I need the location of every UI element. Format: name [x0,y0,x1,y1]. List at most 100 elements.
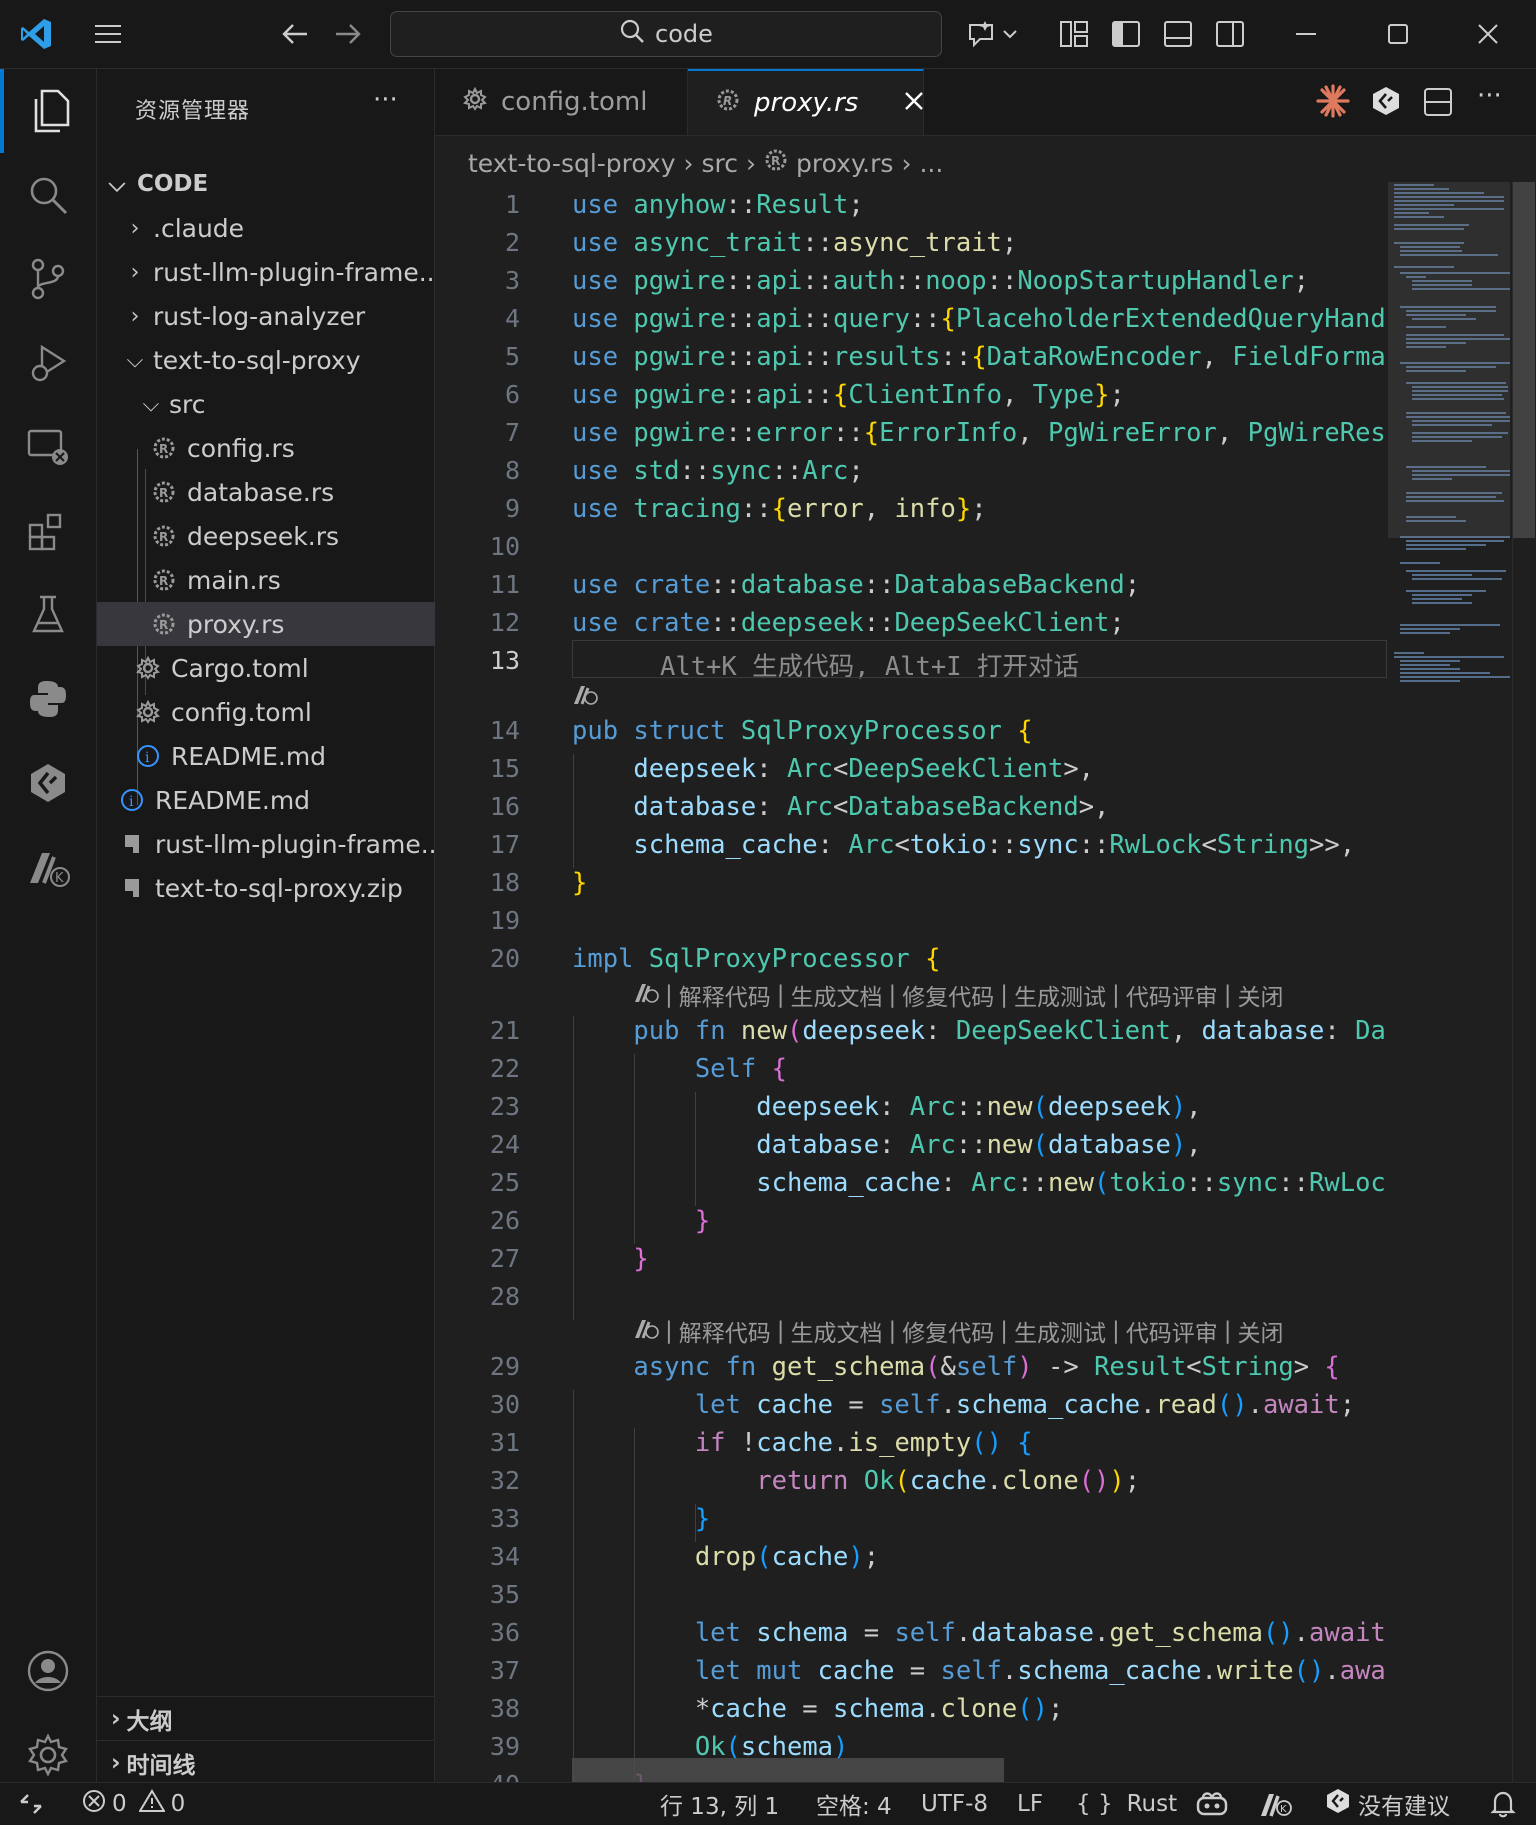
explorer-more-icon[interactable]: ··· [373,85,398,115]
tree-label: Cargo.toml [171,653,309,683]
lens-close[interactable]: 关闭 [1238,1314,1284,1348]
tree-folder[interactable]: › rust-log-analyzer [97,294,460,338]
lens-docs[interactable]: 生成文档 [791,978,883,1012]
close-window-icon[interactable] [1466,12,1510,56]
line-number: 9 [504,494,520,523]
tab-config-toml[interactable]: config.toml [435,69,688,135]
split-editor-icon[interactable] [1423,87,1453,121]
claude-spark-icon[interactable] [1315,83,1351,123]
tree-file[interactable]: R main.rs [97,558,488,602]
minimize-icon[interactable] [1284,12,1328,56]
lens-tests[interactable]: 生成测试 [1014,1314,1106,1348]
line-number: 39 [489,1732,520,1761]
lens-review[interactable]: 代码评审 [1126,1314,1218,1348]
end-of-line[interactable]: LF [1017,1783,1043,1825]
testing-flask-icon[interactable] [0,573,96,657]
remote-indicator-icon[interactable] [18,1783,44,1825]
account-icon[interactable] [0,1629,96,1713]
activity-bar: K [0,69,97,1782]
tab-proxy-rs[interactable]: R proxy.rs [688,69,924,135]
code-line: schema_cache: Arc::new(tokio::sync::RwLo… [756,1168,1385,1198]
tree-file[interactable]: text-to-sql-proxy.zip [97,866,456,910]
tree-folder[interactable]: › rust-llm-plugin-frame... [97,250,460,294]
ai-assistant-icon[interactable]: K [0,825,96,909]
language-mode[interactable]: { } Rust [1076,1783,1177,1825]
remote-explorer-icon[interactable] [0,405,96,489]
maximize-icon[interactable] [1376,12,1420,56]
tree-folder[interactable]: ⌵ src [97,382,476,426]
rust-file-icon: R [151,611,177,637]
tree-file[interactable]: R config.rs [97,426,488,470]
breadcrumb-item[interactable]: src [702,149,739,178]
line-number: 22 [489,1054,520,1083]
ai-codelens-icon[interactable] [572,682,598,710]
minimap-slider[interactable] [1388,182,1510,538]
line-number: 19 [489,906,520,935]
svg-text:R: R [159,574,168,588]
python-icon[interactable] [0,657,96,741]
lens-fix[interactable]: 修复代码 [902,1314,994,1348]
source-control-icon[interactable] [0,237,96,321]
toggle-panel-icon[interactable] [1156,12,1200,56]
tree-label: config.rs [187,433,295,463]
line-number: 2 [504,228,520,257]
notifications-bell-icon[interactable] [1490,1783,1516,1825]
lens-tests[interactable]: 生成测试 [1014,978,1106,1012]
lens-close[interactable]: 关闭 [1238,978,1284,1012]
lens-explain[interactable]: 解释代码 [679,1314,771,1348]
lens-docs[interactable]: 生成文档 [791,1314,883,1348]
forward-arrow-icon[interactable] [326,12,370,56]
copilot-chat-icon[interactable] [964,12,1028,56]
tree-file[interactable]: Cargo.toml [97,646,472,690]
line-number: 11 [489,570,520,599]
tree-file-selected[interactable]: R proxy.rs [97,602,488,646]
rust-file-icon: R [716,88,740,119]
breadcrumb-item[interactable]: ... [919,149,943,178]
tree-file[interactable]: rust-llm-plugin-frame... [97,822,456,866]
command-center-search[interactable]: code [390,11,942,57]
customize-layout-icon[interactable] [1052,12,1096,56]
lens-review[interactable]: 代码评审 [1126,978,1218,1012]
title-bar: code [0,0,1536,69]
tree-file[interactable]: i README.md [97,734,472,778]
ai-codelens-icon [633,980,659,1010]
tree-folder[interactable]: › .claude [97,206,460,250]
indentation[interactable]: 空格: 4 [816,1783,892,1825]
lens-explain[interactable]: 解释代码 [679,978,771,1012]
search-activity-icon[interactable] [0,153,96,237]
encoding[interactable]: UTF-8 [921,1783,988,1825]
horizontal-scrollbar[interactable] [572,1758,1004,1782]
extensions-icon[interactable] [0,489,96,573]
tree-folder[interactable]: ⌵ text-to-sql-proxy [97,338,460,382]
copilot-icon[interactable] [1195,1783,1229,1825]
toggle-secondary-sidebar-icon[interactable] [1208,12,1252,56]
codegeex-icon[interactable] [0,741,96,825]
tree-file[interactable]: R deepseek.rs [97,514,488,558]
tree-file[interactable]: config.toml [97,690,472,734]
breadcrumb-item[interactable]: text-to-sql-proxy [468,149,676,178]
codegeex-icon[interactable] [1370,85,1402,121]
tree-file[interactable]: i README.md [97,778,456,822]
line-number: 37 [489,1656,520,1685]
workspace-root[interactable]: ⌵ CODE [97,162,442,206]
ai-assistant-status-icon[interactable]: K [1258,1783,1294,1825]
chevron-right-icon: › [111,1750,121,1776]
breadcrumb-item[interactable]: proxy.rs [796,149,893,178]
run-debug-icon[interactable] [0,321,96,405]
more-actions-icon[interactable]: ··· [1477,81,1502,111]
back-arrow-icon[interactable] [273,12,317,56]
problems-indicator[interactable]: 0 0 [82,1783,185,1825]
suggestion-status[interactable]: 没有建议 [1324,1783,1450,1825]
lens-fix[interactable]: 修复代码 [902,978,994,1012]
code-editor[interactable]: 1 2 3 4 5 6 7 8 9 10 11 12 13 14 15 16 1… [435,190,1385,1782]
cursor-position[interactable]: 行 13, 列 1 [660,1783,779,1825]
toggle-primary-sidebar-icon[interactable] [1104,12,1148,56]
vertical-scroll-thumb[interactable] [1513,182,1535,538]
tree-file[interactable]: R database.rs [97,470,488,514]
explorer-icon[interactable] [0,69,96,153]
menu-icon[interactable] [86,12,130,56]
line-number: 10 [489,532,520,561]
close-tab-icon[interactable] [904,88,924,118]
timeline-section[interactable]: › 时间线 [97,1740,448,1785]
outline-section[interactable]: › 大纲 [97,1696,448,1741]
